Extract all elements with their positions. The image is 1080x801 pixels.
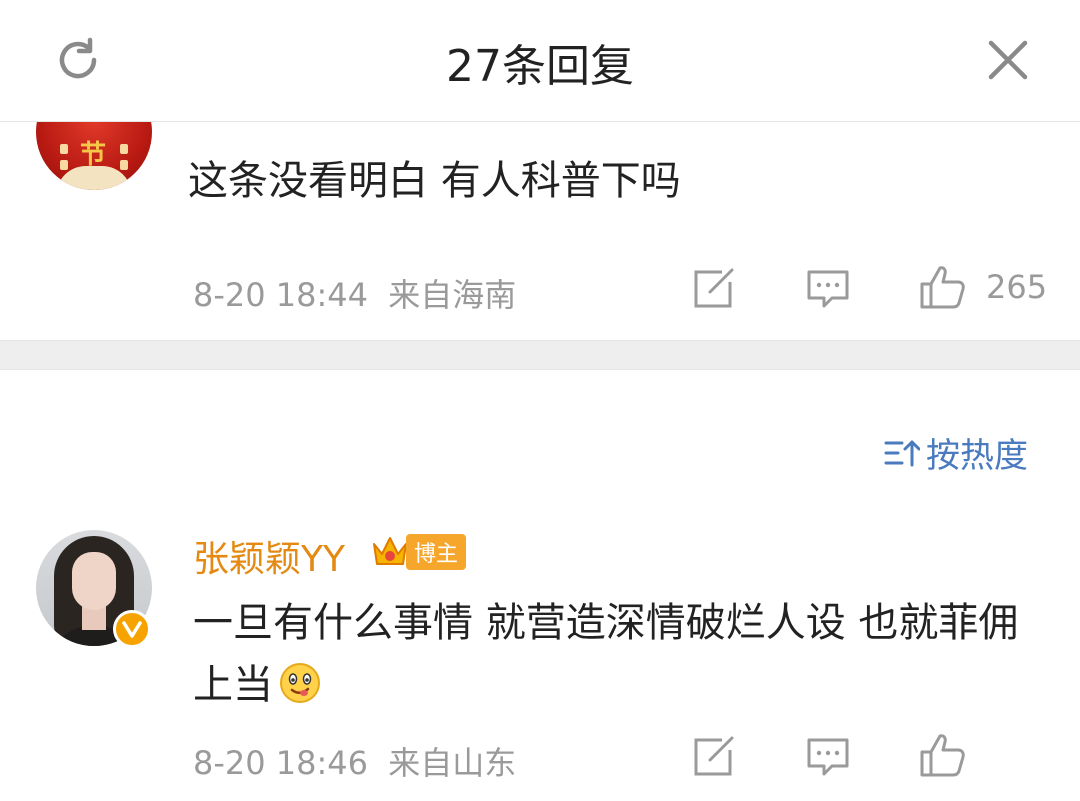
comment-meta: 8-20 18:44 来自海南 xyxy=(193,270,516,316)
close-icon xyxy=(988,40,1028,80)
comment-text: 这条没看明白 有人科普下吗 xyxy=(188,158,681,204)
repost-icon xyxy=(694,736,734,776)
sort-label: 按热度 xyxy=(926,436,1028,476)
repost-button[interactable] xyxy=(692,268,736,310)
badge-label: 博主 xyxy=(406,534,467,570)
comment-item: 节 这条没看明白 有人科普下吗 8-20 18:44 来自海南 265 xyxy=(0,122,1080,340)
section-divider xyxy=(0,340,1080,370)
like-button[interactable] xyxy=(918,732,966,778)
comment-text: 一旦有什么事情 就营造深情破烂人设 也就菲佣上当 xyxy=(193,592,1043,722)
thumbs-up-icon xyxy=(920,734,965,777)
comment-meta: 8-20 18:46 来自山东 xyxy=(193,738,516,784)
comment-location: 来自山东 xyxy=(388,744,517,782)
comment-icon xyxy=(807,738,849,776)
comment-timestamp: 8-20 18:46 xyxy=(193,744,369,782)
drooling-face-emoji xyxy=(279,660,321,722)
comment-button[interactable] xyxy=(806,736,850,778)
comment-location: 来自海南 xyxy=(388,276,517,314)
repost-icon xyxy=(694,268,734,308)
page-title: 27条回复 xyxy=(446,41,634,92)
repost-button[interactable] xyxy=(692,736,736,778)
close-button[interactable] xyxy=(978,30,1038,90)
like-count: 265 xyxy=(986,268,1048,306)
reply-header: 27条回复 xyxy=(0,0,1080,122)
crown-icon xyxy=(373,537,407,565)
comment-icon xyxy=(807,270,849,308)
thumbs-up-icon xyxy=(920,266,965,309)
like-button[interactable]: 265 xyxy=(918,264,1047,310)
verified-badge xyxy=(113,610,151,648)
blogger-badge: 博主 xyxy=(370,532,467,572)
sort-toggle[interactable]: 按热度 xyxy=(884,428,1028,477)
comment-timestamp: 8-20 18:44 xyxy=(193,276,369,314)
username[interactable]: 张颖颖YY xyxy=(193,530,345,582)
verified-icon xyxy=(122,621,142,638)
sort-icon xyxy=(884,440,920,466)
avatar[interactable]: 节 xyxy=(36,122,152,190)
comment-button[interactable] xyxy=(806,268,850,310)
